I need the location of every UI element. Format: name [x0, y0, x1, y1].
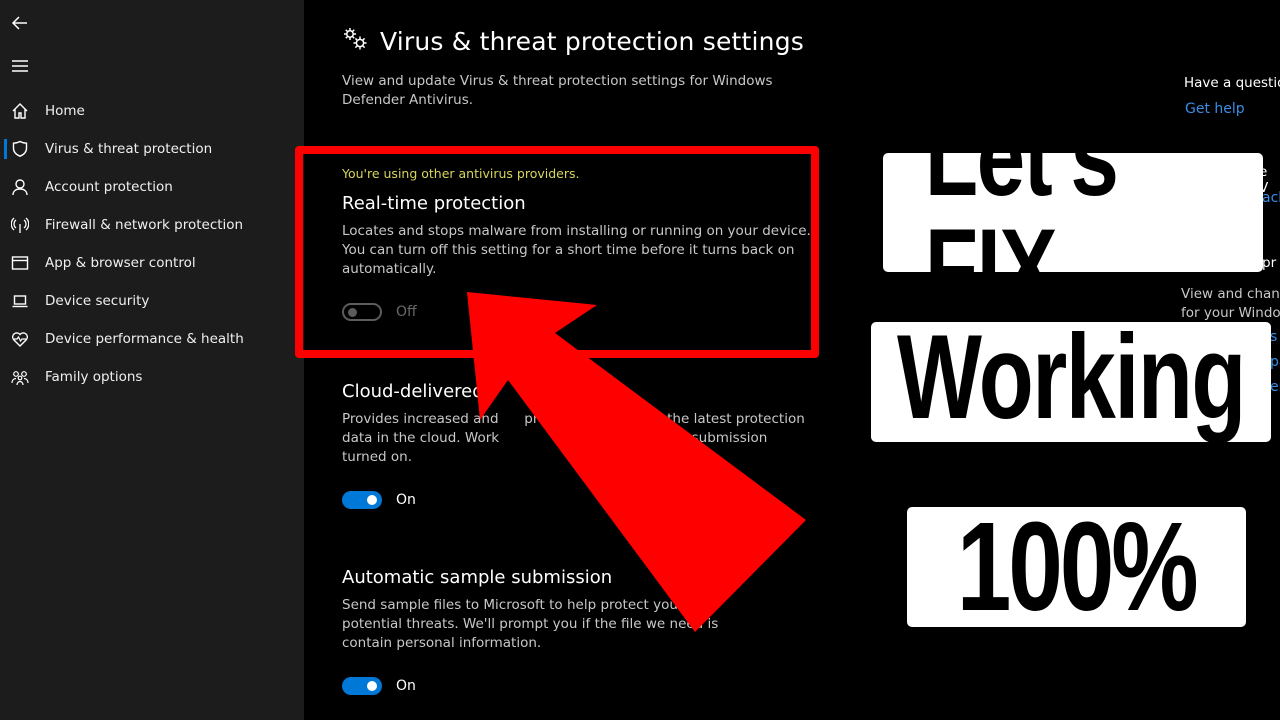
sidebar-item-label: Family options [45, 369, 143, 385]
sidebar-item-label: Home [45, 103, 85, 119]
lets-fix-badge: Let's FIX [883, 153, 1263, 272]
back-arrow-icon[interactable] [10, 13, 30, 33]
partial-link-3[interactable]: pa [1270, 354, 1280, 370]
partial-description: View and change for your Windo [1181, 286, 1280, 321]
family-icon [10, 367, 30, 387]
sidebar-item-label: Device security [45, 293, 150, 309]
sidebar-item-label: Account protection [45, 179, 173, 195]
badge-text-lets-fix: Let's FIX [924, 153, 1119, 272]
sidebar-item-label: App & browser control [45, 255, 196, 271]
sidebar-item-label: Firewall & network protection [45, 217, 244, 233]
home-icon [10, 101, 30, 121]
sidebar-item-home[interactable]: Home [0, 92, 304, 130]
hundred-percent-badge: 100% [907, 507, 1246, 627]
sidebar-item-firewall[interactable]: Firewall & network protection [0, 206, 304, 244]
laptop-icon [10, 291, 30, 311]
sidebar-nav: Home Virus & threat protection Account p… [0, 92, 304, 396]
cloud-toggle-row: On [342, 491, 812, 509]
sidebar-item-label: Device performance & health [45, 331, 244, 347]
person-icon [10, 177, 30, 197]
section-heading: Automatic sample submission [342, 567, 613, 588]
page-subtitle: View and update Virus & threat protectio… [342, 73, 773, 108]
section-description: Provides increased and pr the latest pro… [342, 411, 810, 465]
sample-toggle-row: On [342, 677, 812, 695]
get-help-link[interactable]: Get help [1185, 101, 1245, 117]
shield-icon [10, 139, 30, 159]
partial-heading-2: pr [1262, 255, 1277, 271]
browser-window-icon [10, 253, 30, 273]
gears-icon [342, 26, 368, 56]
hamburger-menu-icon[interactable] [10, 56, 30, 76]
heart-pulse-icon [10, 329, 30, 349]
working-badge: Working [871, 322, 1271, 442]
sidebar-item-virus-threat-protection[interactable]: Virus & threat protection [0, 130, 304, 168]
cloud-protection-section: Cloud-delivered Provides increased and p… [342, 381, 812, 509]
sidebar-item-family-options[interactable]: Family options [0, 358, 304, 396]
sample-submission-toggle[interactable] [342, 677, 382, 695]
question-text: Have a question? [1184, 75, 1280, 91]
sidebar: Home Virus & threat protection Account p… [0, 0, 304, 720]
sidebar-item-app-browser[interactable]: App & browser control [0, 244, 304, 282]
section-heading: Cloud-delivered [342, 381, 484, 402]
sidebar-item-label: Virus & threat protection [45, 141, 213, 157]
sample-submission-section: Automatic sample submission Send sample … [342, 567, 812, 695]
badge-text-working: Working [897, 322, 1246, 442]
sidebar-item-device-security[interactable]: Device security [0, 282, 304, 320]
page-header: Virus & threat protection settings [342, 26, 804, 56]
red-highlight-box [295, 146, 819, 358]
section-description: Send sample files to Microsoft to help p… [342, 597, 798, 651]
partial-link[interactable]: ack [1262, 190, 1280, 206]
cloud-protection-toggle[interactable] [342, 491, 382, 509]
toggle-state-label: On [396, 678, 416, 694]
page-title: Virus & threat protection settings [380, 26, 805, 56]
toggle-state-label: On [396, 492, 416, 508]
partial-link-4[interactable]: er [1270, 379, 1280, 395]
partial-link-2[interactable]: s [1270, 329, 1277, 345]
badge-text-100-percent: 100% [957, 507, 1199, 627]
sidebar-item-device-performance[interactable]: Device performance & health [0, 320, 304, 358]
sidebar-item-account-protection[interactable]: Account protection [0, 168, 304, 206]
wifi-antenna-icon [10, 215, 30, 235]
